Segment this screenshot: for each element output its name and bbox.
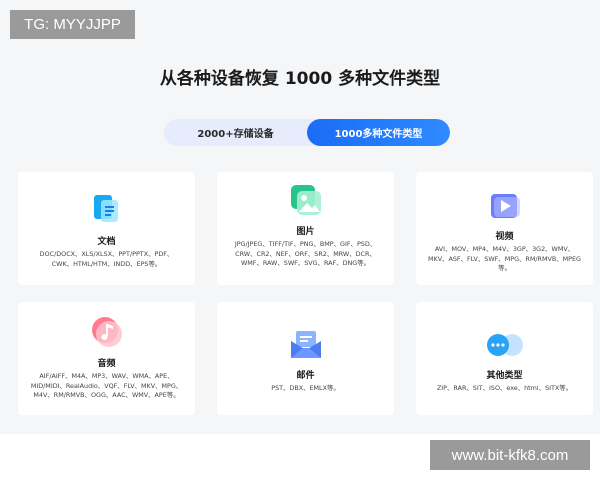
tab-storage-devices[interactable]: 2000+存储设备 bbox=[164, 119, 307, 146]
tg-badge: TG: MYYJJPP bbox=[10, 10, 135, 39]
card-description: DOC/DOCX、XLS/XLSX、PPT/PPTX、PDF、CWK、HTML/… bbox=[39, 250, 174, 268]
music-icon bbox=[91, 316, 123, 352]
card-title: 视频 bbox=[495, 232, 514, 242]
card-description: PST、DBX、EMLX等。 bbox=[271, 384, 340, 392]
watermark-badge: www.bit-kfk8.com bbox=[430, 440, 590, 470]
card-description: JPG/JPEG、TIFF/TIF、PNG、BMP、GIF、PSD、CRW、CR… bbox=[234, 240, 377, 268]
card-title: 音频 bbox=[97, 359, 116, 369]
card-title: 图片 bbox=[296, 227, 315, 237]
card-title: 文档 bbox=[97, 237, 116, 247]
tab-file-types[interactable]: 1000多种文件类型 bbox=[307, 119, 450, 146]
card-audio[interactable]: 音频 AIF/AIFF、M4A、MP3、WAV、WMA、APE、MID/MIDI… bbox=[18, 302, 195, 415]
card-email[interactable]: 邮件 PST、DBX、EMLX等。 bbox=[217, 302, 394, 415]
chat-bubbles-icon bbox=[485, 332, 525, 362]
email-icon bbox=[290, 330, 322, 364]
video-icon bbox=[490, 192, 520, 224]
card-description: AIF/AIFF、M4A、MP3、WAV、WMA、APE、MID/MIDI、Re… bbox=[30, 372, 183, 400]
page-title: 从各种设备恢复 1000 多种文件类型 bbox=[159, 69, 441, 89]
card-images[interactable]: 图片 JPG/JPEG、TIFF/TIF、PNG、BMP、GIF、PSD、CRW… bbox=[217, 172, 394, 285]
card-title: 其他类型 bbox=[486, 371, 523, 381]
card-video[interactable]: 视频 AVI、MOV、MP4、M4V、3GP、3G2、WMV、MKV、ASF、F… bbox=[416, 172, 593, 285]
card-documents[interactable]: 文档 DOC/DOCX、XLS/XLSX、PPT/PPTX、PDF、CWK、HT… bbox=[18, 172, 195, 285]
card-others[interactable]: 其他类型 ZIP、RAR、SIT、ISO、exe、html、SITX等。 bbox=[416, 302, 593, 415]
tab-bar: 2000+存储设备 1000多种文件类型 bbox=[164, 119, 450, 146]
card-title: 邮件 bbox=[296, 371, 315, 381]
image-icon bbox=[290, 184, 322, 220]
card-description: ZIP、RAR、SIT、ISO、exe、html、SITX等。 bbox=[436, 384, 573, 392]
card-description: AVI、MOV、MP4、M4V、3GP、3G2、WMV、MKV、ASF、FLV、… bbox=[428, 245, 581, 273]
document-icon bbox=[92, 194, 122, 228]
